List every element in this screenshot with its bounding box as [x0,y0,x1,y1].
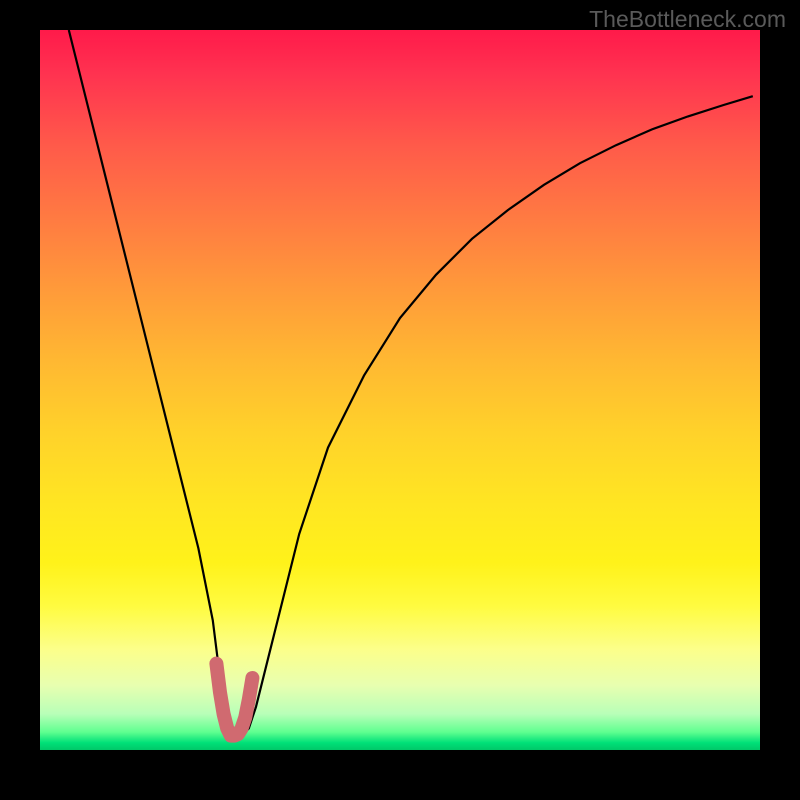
optimal-zone-curve [216,664,252,736]
chart-area [40,30,760,750]
watermark-text: TheBottleneck.com [589,6,786,33]
chart-svg [40,30,760,750]
bottleneck-curve [69,30,753,736]
